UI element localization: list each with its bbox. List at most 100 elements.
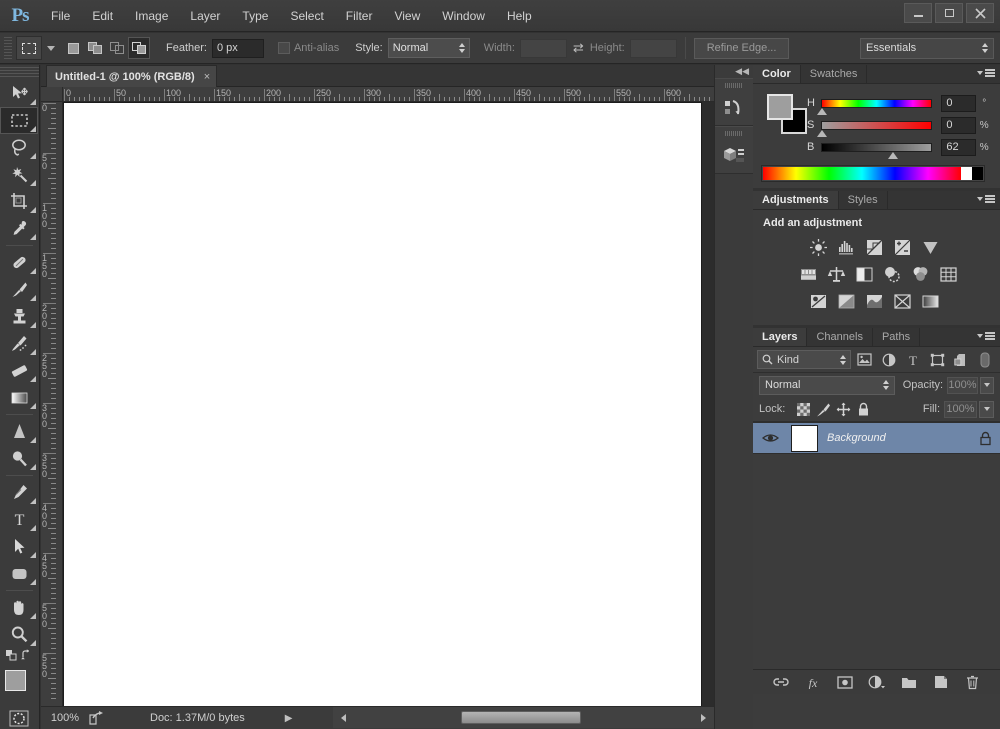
add-to-selection-button[interactable]: [84, 37, 106, 59]
gradient-map-button[interactable]: [919, 290, 941, 312]
tab-styles[interactable]: Styles: [838, 191, 888, 209]
maximize-button[interactable]: [935, 3, 963, 23]
properties-3d-panel-collapsed[interactable]: [715, 126, 753, 174]
menu-edit[interactable]: Edit: [81, 0, 124, 32]
delete-layer-button[interactable]: [964, 674, 981, 691]
saturation-value[interactable]: 0: [941, 116, 977, 134]
horizontal-scroll-thumb[interactable]: [461, 711, 581, 724]
layer-thumbnail-cell[interactable]: [787, 423, 821, 453]
current-tool-preset-icon[interactable]: [16, 36, 42, 60]
anti-alias-checkbox[interactable]: [277, 42, 290, 54]
layers-panel-menu-button[interactable]: [977, 332, 995, 340]
layer-name[interactable]: Background: [821, 432, 970, 444]
opacity-dropdown-button[interactable]: [979, 376, 994, 394]
double-chevron-left-icon[interactable]: ◀◀: [735, 66, 749, 77]
new-group-button[interactable]: [900, 674, 917, 691]
color-panel-foreground-swatch[interactable]: [767, 94, 793, 120]
history-brush-tool[interactable]: [0, 330, 38, 357]
lock-transparent-pixels-button[interactable]: [793, 400, 813, 418]
history-panel-collapsed[interactable]: [715, 78, 753, 126]
canvas-horizontal-scrollbar[interactable]: [333, 706, 714, 728]
quick-mask-mode-button[interactable]: [0, 706, 38, 729]
dodge-tool[interactable]: [0, 445, 38, 472]
filter-type-button[interactable]: T: [902, 350, 923, 370]
menu-type[interactable]: Type: [231, 0, 279, 32]
document-tab[interactable]: Untitled-1 @ 100% (RGB/8) ×: [46, 65, 218, 87]
menu-select[interactable]: Select: [279, 0, 334, 32]
tab-swatches[interactable]: Swatches: [800, 65, 868, 83]
document-tab-close-icon[interactable]: ×: [204, 71, 210, 83]
brightness-slider-thumb[interactable]: [887, 151, 898, 159]
brightness-slider-track[interactable]: [820, 142, 933, 159]
foreground-color-swatch[interactable]: [5, 670, 26, 691]
filter-smart-object-button[interactable]: [951, 350, 972, 370]
lasso-tool[interactable]: [0, 134, 38, 161]
horizontal-ruler[interactable]: 0 50 100 150 200 250 300 350 400 450 500 550 600: [63, 87, 714, 102]
color-panel-menu-button[interactable]: [977, 69, 995, 77]
swap-dimensions-icon[interactable]: ⇄: [573, 40, 584, 56]
color-swatches[interactable]: [0, 666, 38, 706]
layers-list-empty-area[interactable]: [753, 454, 1000, 669]
options-bar-grip[interactable]: [4, 37, 12, 59]
add-layer-mask-button[interactable]: [836, 674, 853, 691]
horizontal-type-tool[interactable]: T: [0, 506, 38, 533]
ramp-white-swatch[interactable]: [961, 167, 972, 180]
photo-filter-button[interactable]: [881, 263, 903, 285]
history-panel-icon[interactable]: [715, 91, 753, 125]
brush-tool[interactable]: [0, 276, 38, 303]
blur-tool[interactable]: [0, 418, 38, 445]
crop-tool[interactable]: [0, 188, 38, 215]
filter-adjustment-button[interactable]: [878, 350, 899, 370]
scroll-left-arrow-icon[interactable]: [341, 714, 346, 722]
layer-visibility-toggle[interactable]: [753, 432, 787, 444]
menu-help[interactable]: Help: [496, 0, 543, 32]
fill-dropdown-button[interactable]: [979, 400, 994, 418]
menu-filter[interactable]: Filter: [335, 0, 384, 32]
menu-window[interactable]: Window: [431, 0, 496, 32]
zoom-tool[interactable]: [0, 621, 38, 648]
anti-alias-control[interactable]: Anti-alias: [277, 42, 339, 54]
filter-kind-select[interactable]: Kind: [757, 350, 851, 369]
lock-all-button[interactable]: [853, 400, 873, 418]
selective-color-button[interactable]: [891, 290, 913, 312]
filter-pixel-button[interactable]: [854, 350, 875, 370]
channel-mixer-button[interactable]: [909, 263, 931, 285]
lock-image-pixels-button[interactable]: [813, 400, 833, 418]
width-input[interactable]: [519, 38, 567, 58]
layer-style-button[interactable]: fx: [804, 674, 821, 691]
vertical-ruler[interactable]: 0 50 100 150 200 250 300 350 400 450 500 550: [41, 102, 63, 709]
posterize-button[interactable]: [835, 290, 857, 312]
ramp-black-swatch[interactable]: [972, 167, 983, 180]
new-adjustment-layer-button[interactable]: [868, 674, 885, 691]
curves-button[interactable]: [863, 236, 885, 258]
intersect-with-selection-button[interactable]: [128, 37, 150, 59]
move-tool[interactable]: [0, 80, 38, 107]
brightness-contrast-button[interactable]: [807, 236, 829, 258]
lock-position-button[interactable]: [833, 400, 853, 418]
tab-paths[interactable]: Paths: [872, 328, 921, 346]
color-ramp-bar[interactable]: [763, 167, 983, 180]
spectrum-gradient[interactable]: [763, 167, 961, 180]
tool-preset-chevron-down-icon[interactable]: [47, 45, 55, 51]
subtract-from-selection-button[interactable]: [106, 37, 128, 59]
fill-value[interactable]: 100%: [944, 400, 977, 418]
layer-thumbnail[interactable]: [790, 424, 818, 452]
menu-image[interactable]: Image: [124, 0, 179, 32]
canvas-viewport[interactable]: [63, 102, 714, 709]
filter-shape-button[interactable]: [926, 350, 947, 370]
status-expand-arrow-icon[interactable]: ▶: [285, 713, 293, 724]
eraser-tool[interactable]: [0, 357, 38, 384]
clone-stamp-tool[interactable]: [0, 303, 38, 330]
brightness-value[interactable]: 62: [941, 138, 977, 156]
table-row[interactable]: Background: [753, 422, 1000, 454]
tab-layers[interactable]: Layers: [753, 328, 808, 346]
spot-healing-brush-tool[interactable]: [0, 249, 38, 276]
tab-adjustments[interactable]: Adjustments: [753, 191, 839, 209]
canvas-page[interactable]: [64, 103, 701, 706]
hue-saturation-button[interactable]: [797, 263, 819, 285]
tools-panel-grip[interactable]: [0, 67, 39, 77]
pen-tool[interactable]: [0, 479, 38, 506]
saturation-slider-track[interactable]: [816, 120, 933, 137]
blend-mode-select[interactable]: Normal: [759, 375, 895, 395]
feather-input[interactable]: 0 px: [211, 38, 264, 58]
